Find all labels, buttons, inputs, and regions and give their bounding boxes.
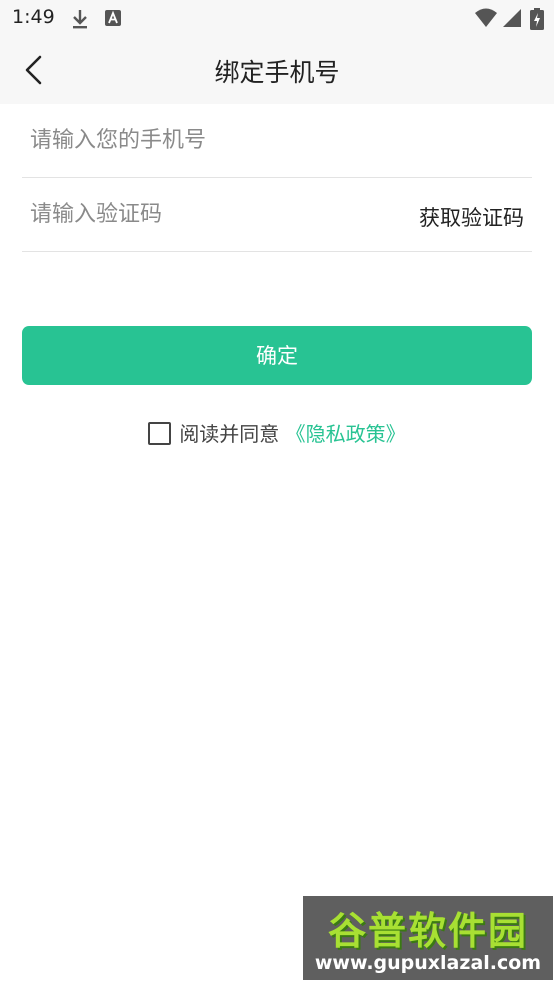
get-code-button[interactable]: 获取验证码 (419, 202, 524, 232)
site-watermark: 谷普软件园 www.gupuxlazal.com (303, 896, 553, 980)
battery-charging-icon (530, 8, 544, 30)
privacy-policy-link[interactable]: 《隐私政策》 (286, 422, 406, 446)
wifi-icon (475, 8, 497, 27)
phone-field-row (22, 104, 532, 178)
a-badge-icon (105, 10, 121, 26)
phone-input[interactable] (30, 104, 390, 176)
signal-icon (503, 9, 521, 27)
agree-checkbox[interactable] (148, 422, 172, 445)
verification-code-input[interactable] (30, 178, 390, 250)
page-title: 绑定手机号 (214, 58, 340, 87)
agreement-text: 阅读并同意 (179, 422, 280, 446)
status-bar: 1:49 (0, 0, 554, 38)
status-time: 1:49 (12, 6, 55, 28)
code-field-row: 获取验证码 (22, 178, 532, 252)
agreement-row: 阅读并同意 《隐私政策》 (0, 418, 554, 447)
watermark-url: www.gupuxlazal.com (314, 952, 542, 974)
download-icon (73, 10, 87, 29)
app-header: 绑定手机号 (0, 38, 554, 104)
confirm-button[interactable]: 确定 (22, 326, 532, 385)
watermark-title: 谷普软件园 (327, 909, 528, 953)
